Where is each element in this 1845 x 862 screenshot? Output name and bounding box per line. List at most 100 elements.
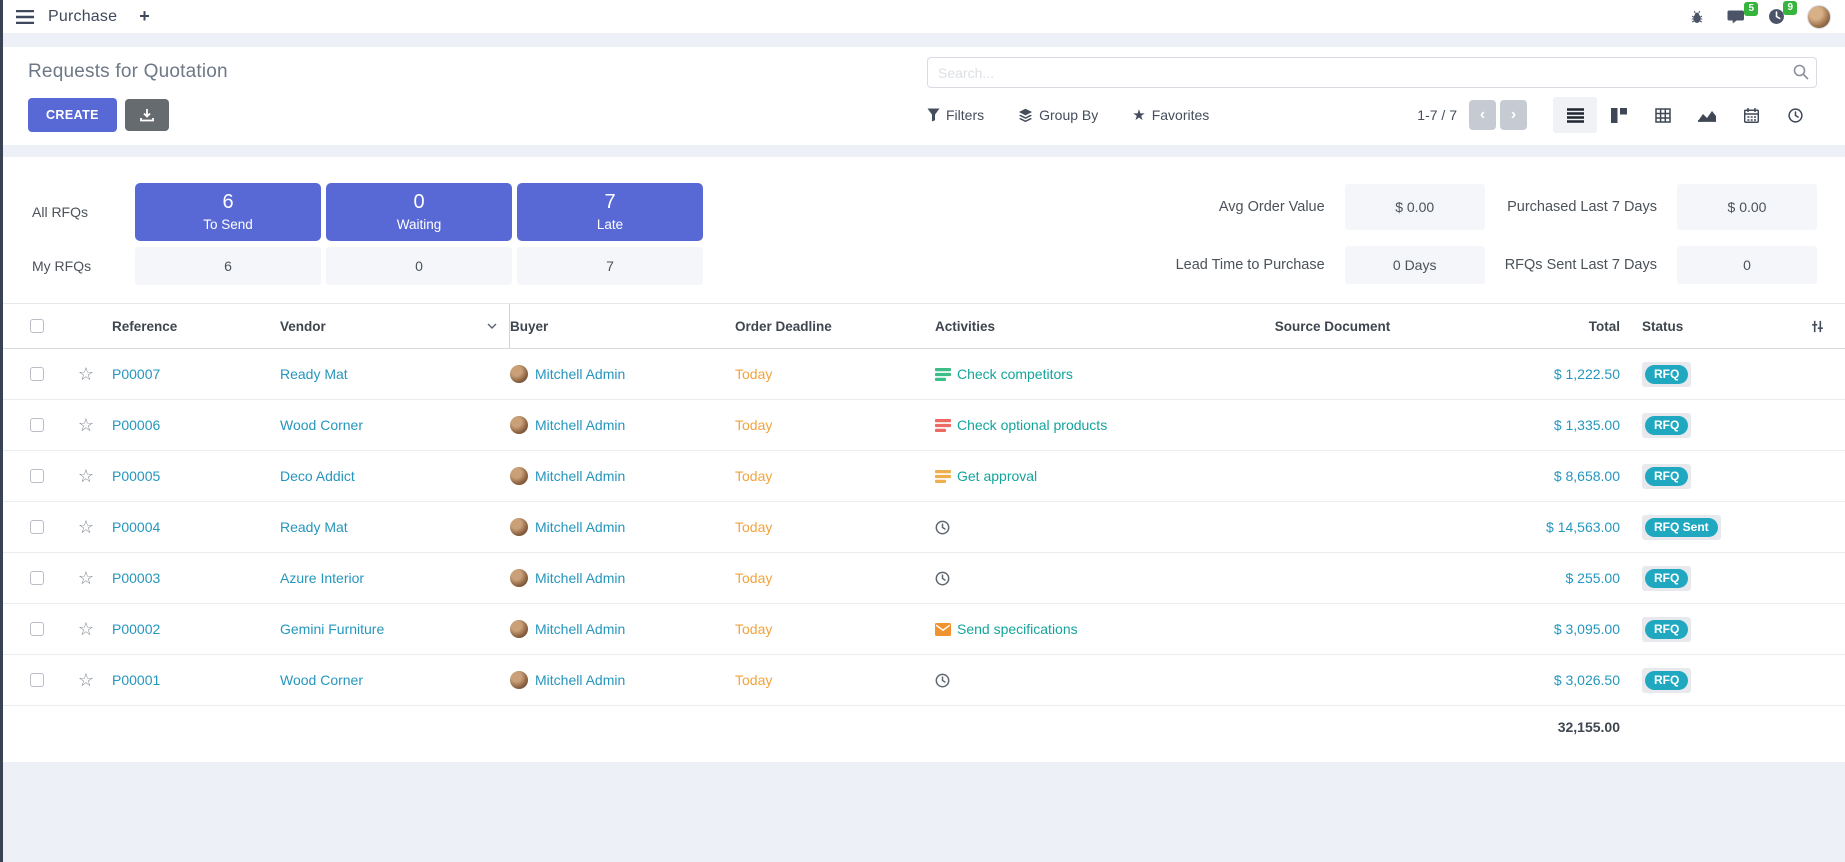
table-row[interactable]: ☆ P00007 Ready Mat Mitchell Admin Today … — [0, 349, 1845, 400]
kanban-view-icon[interactable] — [1597, 97, 1641, 133]
row-checkbox[interactable] — [30, 469, 44, 483]
activity-label[interactable]: Check competitors — [957, 366, 1073, 382]
buyer-link[interactable]: Mitchell Admin — [535, 366, 625, 382]
reference-link[interactable]: P00005 — [112, 468, 160, 484]
activity-label[interactable]: Send specifications — [957, 621, 1078, 637]
hamburger-menu-icon[interactable] — [16, 10, 34, 24]
search-input[interactable] — [927, 57, 1817, 88]
activity-mail-icon[interactable] — [935, 623, 951, 636]
table-row[interactable]: ☆ P00006 Wood Corner Mitchell Admin Toda… — [0, 400, 1845, 451]
control-panel: Requests for Quotation CREATE Filters — [0, 47, 1845, 145]
all-rfqs-filter[interactable]: All RFQs — [32, 204, 130, 220]
row-checkbox[interactable] — [30, 367, 44, 381]
favorites-button[interactable]: ★ Favorites — [1132, 106, 1209, 124]
favorite-star-icon[interactable]: ☆ — [78, 620, 94, 638]
buyer-link[interactable]: Mitchell Admin — [535, 468, 625, 484]
reference-link[interactable]: P00006 — [112, 417, 160, 433]
activity-label[interactable]: Get approval — [957, 468, 1037, 484]
select-all-checkbox[interactable] — [30, 319, 44, 333]
activity-list-icon[interactable] — [935, 419, 951, 432]
table-row[interactable]: ☆ P00004 Ready Mat Mitchell Admin Today … — [0, 502, 1845, 553]
favorite-star-icon[interactable]: ☆ — [78, 671, 94, 689]
column-header-source-document[interactable]: Source Document — [1235, 304, 1430, 348]
activity-view-icon[interactable] — [1773, 97, 1817, 133]
filters-button[interactable]: Filters — [927, 107, 984, 123]
create-button[interactable]: CREATE — [28, 98, 117, 132]
favorite-star-icon[interactable]: ☆ — [78, 518, 94, 536]
buyer-link[interactable]: Mitchell Admin — [535, 621, 625, 637]
total-amount: $ 1,335.00 — [1554, 417, 1620, 433]
activity-label[interactable]: Check optional products — [957, 417, 1107, 433]
vendor-link[interactable]: Ready Mat — [280, 519, 348, 535]
status-badge: RFQ — [1645, 416, 1688, 435]
buyer-link[interactable]: Mitchell Admin — [535, 570, 625, 586]
activity-clock-icon[interactable] — [935, 673, 950, 688]
reference-link[interactable]: P00004 — [112, 519, 160, 535]
row-checkbox[interactable] — [30, 520, 44, 534]
reference-link[interactable]: P00003 — [112, 570, 160, 586]
favorite-star-icon[interactable]: ☆ — [78, 416, 94, 434]
table-row[interactable]: ☆ P00002 Gemini Furniture Mitchell Admin… — [0, 604, 1845, 655]
pager-next-button[interactable]: › — [1500, 100, 1527, 130]
app-name[interactable]: Purchase — [48, 8, 117, 26]
my-to-send-tile[interactable]: 6 — [135, 247, 321, 285]
export-button[interactable] — [125, 99, 169, 131]
activity-list-icon[interactable] — [935, 470, 951, 483]
calendar-view-icon[interactable] — [1729, 97, 1773, 133]
favorite-star-icon[interactable]: ☆ — [78, 467, 94, 485]
column-header-order-deadline[interactable]: Order Deadline — [735, 304, 935, 348]
waiting-tile[interactable]: 0 Waiting — [326, 183, 512, 241]
activity-clock-icon[interactable] — [935, 571, 950, 586]
buyer-link[interactable]: Mitchell Admin — [535, 519, 625, 535]
vendor-link[interactable]: Wood Corner — [280, 417, 363, 433]
column-header-activities[interactable]: Activities — [935, 304, 1235, 348]
vendor-link[interactable]: Wood Corner — [280, 672, 363, 688]
favorite-star-icon[interactable]: ☆ — [78, 569, 94, 587]
my-late-tile[interactable]: 7 — [517, 247, 703, 285]
activities-clock-icon[interactable]: 9 — [1768, 8, 1785, 25]
column-header-total[interactable]: Total — [1430, 304, 1620, 348]
vendor-link[interactable]: Ready Mat — [280, 366, 348, 382]
my-waiting-tile[interactable]: 0 — [326, 247, 512, 285]
buyer-link[interactable]: Mitchell Admin — [535, 417, 625, 433]
row-checkbox[interactable] — [30, 571, 44, 585]
pivot-view-icon[interactable] — [1641, 97, 1685, 133]
reference-link[interactable]: P00001 — [112, 672, 160, 688]
messages-icon[interactable]: 5 — [1727, 9, 1746, 25]
column-header-status[interactable]: Status — [1620, 304, 1790, 348]
kpi-lead-time: 0 Days — [1345, 246, 1485, 284]
reference-link[interactable]: P00002 — [112, 621, 160, 637]
row-checkbox[interactable] — [30, 622, 44, 636]
vendor-link[interactable]: Azure Interior — [280, 570, 364, 586]
search-icon[interactable] — [1793, 64, 1809, 80]
table-row[interactable]: ☆ P00003 Azure Interior Mitchell Admin T… — [0, 553, 1845, 604]
order-deadline-value: Today — [735, 468, 772, 484]
my-rfqs-filter[interactable]: My RFQs — [32, 258, 130, 274]
column-header-vendor[interactable]: Vendor — [280, 304, 510, 348]
activity-list-icon[interactable] — [935, 368, 951, 381]
row-checkbox[interactable] — [30, 673, 44, 687]
user-avatar[interactable] — [1807, 5, 1831, 29]
table-row[interactable]: ☆ P00001 Wood Corner Mitchell Admin Toda… — [0, 655, 1845, 706]
new-tab-icon[interactable]: + — [139, 6, 150, 27]
pager-previous-button[interactable]: ‹ — [1469, 100, 1496, 130]
to-send-tile[interactable]: 6 To Send — [135, 183, 321, 241]
column-header-buyer[interactable]: Buyer — [510, 304, 735, 348]
optional-columns-icon[interactable] — [1810, 319, 1825, 334]
buyer-link[interactable]: Mitchell Admin — [535, 672, 625, 688]
vendor-link[interactable]: Deco Addict — [280, 468, 355, 484]
reference-link[interactable]: P00007 — [112, 366, 160, 382]
column-header-reference[interactable]: Reference — [112, 304, 280, 348]
table-row[interactable]: ☆ P00005 Deco Addict Mitchell Admin Toda… — [0, 451, 1845, 502]
late-tile[interactable]: 7 Late — [517, 183, 703, 241]
status-badge: RFQ Sent — [1645, 518, 1718, 537]
activity-clock-icon[interactable] — [935, 520, 950, 535]
graph-view-icon[interactable] — [1685, 97, 1729, 133]
row-checkbox[interactable] — [30, 418, 44, 432]
debug-bug-icon[interactable] — [1689, 9, 1705, 25]
vendor-link[interactable]: Gemini Furniture — [280, 621, 384, 637]
list-view-icon[interactable] — [1553, 97, 1597, 133]
order-deadline-value: Today — [735, 672, 772, 688]
group-by-button[interactable]: Group By — [1018, 107, 1098, 123]
favorite-star-icon[interactable]: ☆ — [78, 365, 94, 383]
